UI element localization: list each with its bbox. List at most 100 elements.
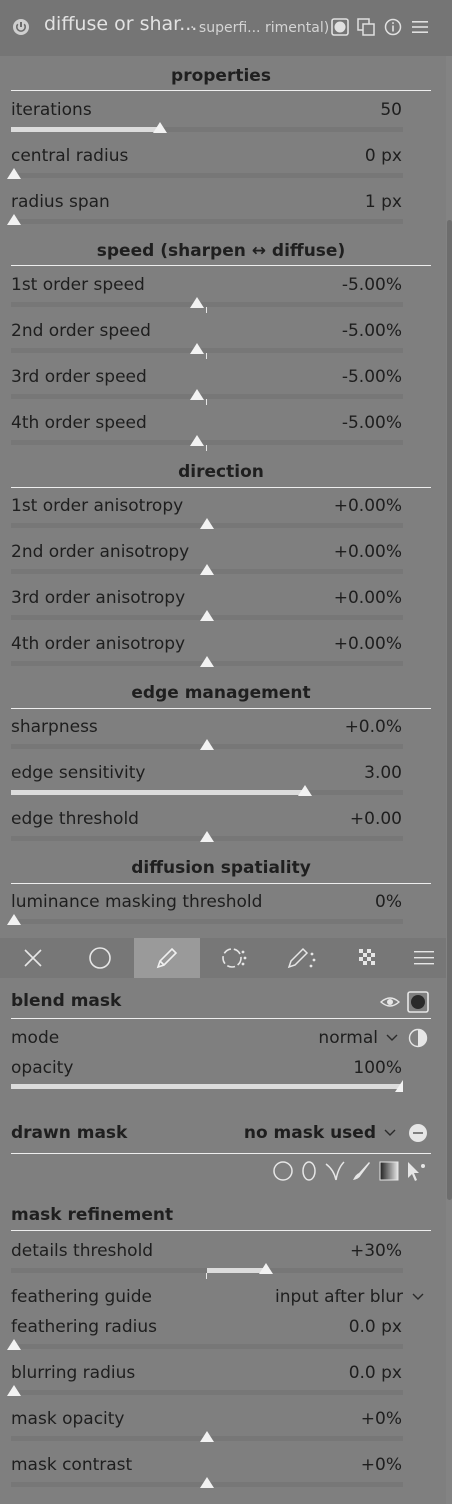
opacity-label: opacity xyxy=(11,1058,74,1078)
edge-threshold-slider-thumb[interactable] xyxy=(200,831,214,842)
blend-mask-title: blend mask xyxy=(11,991,122,1011)
central-radius-value[interactable]: 0 px xyxy=(365,146,402,166)
details-threshold-fill xyxy=(207,1268,266,1273)
aniso2-value[interactable]: +0.00% xyxy=(334,542,402,562)
sharpness-value[interactable]: +0.0% xyxy=(345,717,402,737)
blurring-radius-slider[interactable] xyxy=(11,1390,403,1395)
aniso4-value[interactable]: +0.00% xyxy=(334,634,402,654)
opacity-slider-fill xyxy=(11,1084,403,1089)
blurring-radius-value[interactable]: 0.0 px xyxy=(349,1363,402,1383)
speed1-value[interactable]: -5.00% xyxy=(342,275,402,295)
details-threshold-thumb[interactable] xyxy=(259,1263,273,1274)
mask-contrast-thumb[interactable] xyxy=(200,1477,214,1488)
central-radius-slider[interactable] xyxy=(11,173,403,178)
tab-uniform[interactable] xyxy=(67,938,133,978)
mask-indicator-icon[interactable] xyxy=(331,18,349,36)
chevron-down-icon[interactable] xyxy=(412,1292,424,1302)
aniso4-slider-thumb[interactable] xyxy=(200,656,214,667)
ellipse-shape-icon[interactable] xyxy=(300,1160,318,1182)
aniso1-value[interactable]: +0.00% xyxy=(334,496,402,516)
edge-sensitivity-slider[interactable] xyxy=(11,790,403,795)
blend-mode-dropdown[interactable]: normal xyxy=(318,1028,378,1048)
edit-masks-icon[interactable] xyxy=(404,1160,428,1182)
speed4-slider[interactable] xyxy=(11,440,403,445)
sharpness-slider-thumb[interactable] xyxy=(200,739,214,750)
instance-icon[interactable] xyxy=(357,18,375,36)
speed3-slider[interactable] xyxy=(11,394,403,399)
scrollbar-thumb[interactable] xyxy=(447,220,452,1200)
presets-icon[interactable] xyxy=(411,18,429,36)
lum-mask-value[interactable]: 0% xyxy=(375,892,402,912)
blurring-radius-thumb[interactable] xyxy=(7,1385,21,1396)
circle-shape-icon[interactable] xyxy=(272,1160,294,1182)
speed3-value[interactable]: -5.00% xyxy=(342,367,402,387)
aniso3-value[interactable]: +0.00% xyxy=(334,588,402,608)
details-threshold-slider[interactable] xyxy=(11,1268,403,1273)
opacity-slider-thumb[interactable] xyxy=(394,1079,404,1093)
tab-menu[interactable] xyxy=(402,938,446,978)
speed1-slider-thumb[interactable] xyxy=(190,297,204,308)
feathering-guide-dropdown[interactable]: input after blur xyxy=(275,1287,403,1307)
parametric-icon xyxy=(222,948,247,968)
aniso2-slider-thumb[interactable] xyxy=(200,564,214,575)
radius-span-slider-thumb[interactable] xyxy=(7,214,21,225)
lum-mask-slider-thumb[interactable] xyxy=(7,914,21,925)
polarity-icon[interactable] xyxy=(408,1028,428,1048)
central-radius-slider-thumb[interactable] xyxy=(7,168,21,179)
feathering-radius-thumb[interactable] xyxy=(7,1339,21,1350)
circle-icon xyxy=(89,947,111,969)
aniso3-slider-thumb[interactable] xyxy=(200,610,214,621)
chevron-down-icon[interactable] xyxy=(386,1033,398,1043)
feathering-radius-value[interactable]: 0.0 px xyxy=(349,1317,402,1337)
aniso2-label: 2nd order anisotropy xyxy=(11,542,190,562)
details-threshold-value[interactable]: +30% xyxy=(350,1241,402,1261)
path-shape-icon[interactable] xyxy=(324,1160,346,1182)
iterations-slider[interactable] xyxy=(11,127,403,132)
module-title[interactable]: diffuse or shar... xyxy=(44,13,197,35)
mask-opacity-thumb[interactable] xyxy=(200,1431,214,1442)
iterations-slider-fill xyxy=(11,127,160,132)
module-label-tail: rimental) xyxy=(265,20,330,36)
slider-zero-tick xyxy=(206,1273,207,1279)
radius-span-slider[interactable] xyxy=(11,219,403,224)
tab-off[interactable] xyxy=(0,938,66,978)
mask-display-icon[interactable] xyxy=(407,991,429,1013)
edge-sensitivity-label: edge sensitivity xyxy=(11,763,146,783)
eye-icon[interactable] xyxy=(380,992,400,1012)
reset-icon[interactable] xyxy=(384,18,402,36)
mask-opacity-value[interactable]: +0% xyxy=(361,1409,402,1429)
tab-drawn[interactable] xyxy=(134,938,200,978)
speed4-value[interactable]: -5.00% xyxy=(342,413,402,433)
tab-parametric[interactable] xyxy=(201,938,267,978)
speed1-slider[interactable] xyxy=(11,302,403,307)
mask-contrast-value[interactable]: +0% xyxy=(361,1455,402,1475)
edge-sensitivity-value[interactable]: 3.00 xyxy=(364,763,402,783)
chevron-down-icon[interactable] xyxy=(384,1128,396,1138)
brush-shape-icon[interactable] xyxy=(350,1160,372,1182)
module-label: · superfi... xyxy=(190,20,261,36)
lum-mask-slider[interactable] xyxy=(11,919,403,924)
drawn-mask-dropdown[interactable]: no mask used xyxy=(244,1123,376,1143)
edge-threshold-value[interactable]: +0.00 xyxy=(350,809,402,829)
iterations-slider-thumb[interactable] xyxy=(153,122,167,133)
speed2-value[interactable]: -5.00% xyxy=(342,321,402,341)
feathering-guide-label: feathering guide xyxy=(11,1287,152,1307)
tab-raster[interactable] xyxy=(335,938,401,978)
gradient-shape-icon[interactable] xyxy=(378,1160,400,1182)
edge-sensitivity-slider-thumb[interactable] xyxy=(298,785,312,796)
aniso3-label: 3rd order anisotropy xyxy=(11,588,186,608)
speed2-slider[interactable] xyxy=(11,348,403,353)
tab-drawn-parametric[interactable] xyxy=(268,938,334,978)
power-icon[interactable] xyxy=(12,18,30,36)
remove-icon[interactable] xyxy=(408,1123,428,1143)
opacity-value[interactable]: 100% xyxy=(353,1058,402,1078)
iterations-value[interactable]: 50 xyxy=(380,100,402,120)
mask-contrast-label: mask contrast xyxy=(11,1455,133,1475)
speed2-slider-thumb[interactable] xyxy=(190,343,204,354)
radius-span-value[interactable]: 1 px xyxy=(365,192,402,212)
speed3-slider-thumb[interactable] xyxy=(190,389,204,400)
speed4-slider-thumb[interactable] xyxy=(190,435,204,446)
feathering-radius-slider[interactable] xyxy=(11,1344,403,1349)
aniso1-slider-thumb[interactable] xyxy=(200,518,214,529)
opacity-slider[interactable] xyxy=(11,1084,403,1089)
